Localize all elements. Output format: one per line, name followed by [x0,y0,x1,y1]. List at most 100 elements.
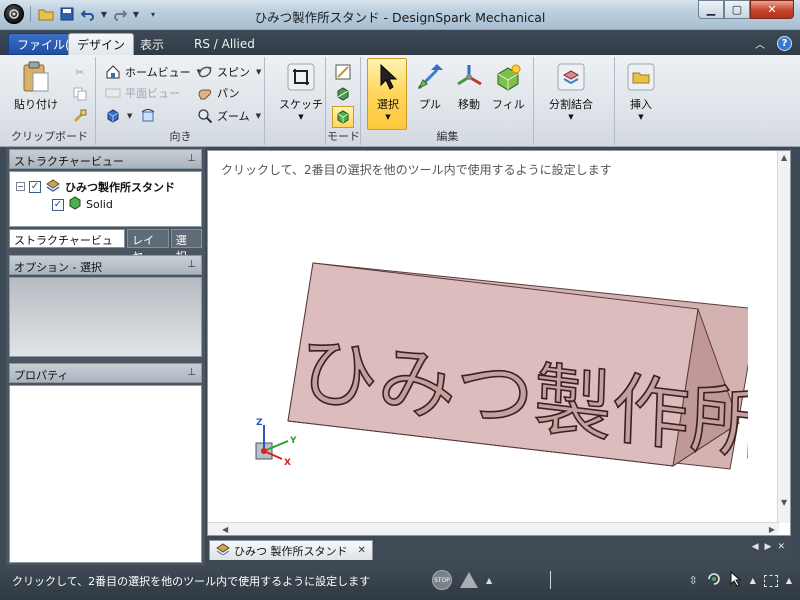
fill-button[interactable]: フィル [492,61,525,112]
spin-button[interactable]: スピン ▼ [197,63,261,81]
minimize-button[interactable]: ▁ [698,0,724,19]
subtab-layers[interactable]: レイヤ [127,229,169,263]
box-select-icon[interactable] [763,574,778,587]
section-mode-button[interactable] [335,85,351,103]
document-tab-nav: ◀ ▶ ✕ [752,542,785,552]
horizontal-scrollbar[interactable]: ◀ ▶ [208,522,779,535]
document-icon [216,543,230,558]
group-label-clipboard: クリップボード [11,130,88,143]
fill-icon [492,61,524,93]
view-cube-button[interactable]: ▼ [105,107,156,125]
group-mode: モード [327,57,361,145]
axis-x-label: X [284,458,291,468]
pointer-icon[interactable] [730,570,742,590]
collapse-ribbon-icon[interactable]: ︿ [755,36,765,51]
stop-icon[interactable]: STOP [432,570,452,590]
close-all-icon[interactable]: ✕ [777,542,785,552]
plane-view-button[interactable]: 平面ビュー [105,84,180,102]
pan-hand-icon [197,85,213,101]
zoom-button[interactable]: ズーム ▼ [197,107,261,125]
maximize-button[interactable]: ▢ [724,0,750,19]
format-painter-button[interactable] [72,107,88,125]
select-button[interactable]: 選択 ▼ [372,61,404,121]
pull-button[interactable]: プル [414,61,446,112]
view-rotate-icon[interactable] [140,108,156,124]
group-orient: ホームビュー ▼ 平面ビュー ▼ スピン ▼ パン ズーム ▼ 向き [97,57,265,145]
combine-icon [555,61,587,93]
pull-icon [414,61,446,93]
ribbon-right-controls: ︿ ? [755,36,792,51]
subtab-selection[interactable]: 選択 [170,229,202,263]
scroll-right-icon[interactable]: ▶ [769,525,775,534]
pan-button[interactable]: パン [197,84,240,102]
tab-rs-allied[interactable]: RS / Allied [186,33,263,55]
structure-tree: − ✓ ひみつ製作所スタンド ✓ Solid [9,171,202,227]
ribbon-tab-row: ファイル(F) デザイン 表示 RS / Allied ︿ ? [0,30,800,55]
pin-icon[interactable]: ⊥ [187,367,196,378]
vertical-scrollbar[interactable]: ▲ ▼ [777,151,790,523]
3d-mode-button[interactable] [332,106,354,128]
paste-icon [20,61,52,93]
group-insert: 挿入 ▼ [616,57,666,145]
properties-panel-header: プロパティ ⊥ [9,363,202,383]
options-panel-header: オプション - 選択 ⊥ [9,255,202,275]
copy-button[interactable] [72,85,88,103]
move-button[interactable]: 移動 [453,61,485,112]
close-button[interactable]: ✕ [750,0,794,19]
insert-dropdown-icon: ▼ [638,113,644,121]
box-select-dropdown-icon[interactable]: ▲ [786,576,792,585]
window-controls: ▁ ▢ ✕ [698,0,794,19]
cut-button[interactable]: ✂ [72,63,88,81]
tab-scroll-left-icon[interactable]: ◀ [752,542,759,552]
status-icons: STOP ▲ [432,570,552,590]
tab-view[interactable]: 表示 [132,33,172,55]
design-viewport[interactable]: クリックして、2番目の選択を他のツール内で使用するように設定します ひみつ製作所… [207,150,791,536]
help-icon[interactable]: ? [777,36,792,51]
split-combine-button[interactable]: 分割結合 ▼ [549,61,593,121]
component-icon [45,178,61,195]
combine-dropdown-icon: ▼ [568,113,574,121]
3d-mode-icon [335,109,351,125]
home-view-button[interactable]: ホームビュー ▼ [105,63,202,81]
tab-design[interactable]: デザイン [68,33,135,55]
pointer-dropdown-icon[interactable]: ▲ [750,576,756,585]
scissors-icon: ✂ [75,65,85,79]
tab-scroll-right-icon[interactable]: ▶ [765,542,772,552]
group-label-orient: 向き [169,130,192,143]
pin-icon[interactable]: ⊥ [187,153,196,164]
tree-node-solid[interactable]: ✓ Solid [52,196,113,213]
group-combine: 分割結合 ▼ [535,57,615,145]
brush-icon [72,108,88,124]
insert-button[interactable]: 挿入 ▼ [625,61,657,121]
spin-icon [197,64,213,80]
warning-icon[interactable] [460,572,478,588]
spin-dropdown-icon: ▼ [256,68,262,76]
subtab-structure[interactable]: ストラクチャービュー [9,229,126,263]
rotate-icon[interactable] [706,571,722,590]
scroll-left-icon[interactable]: ◀ [222,525,228,534]
document-tab-strip: ひみつ 製作所スタンド ✕ ◀ ▶ ✕ [207,537,791,561]
tree-node-root[interactable]: − ✓ ひみつ製作所スタンド [16,178,175,195]
3d-model-stand[interactable]: ひみつ製作所 [278,251,748,491]
group-label-mode: モード [327,130,360,143]
scroll-up-icon[interactable]: ▲ [781,153,787,162]
close-tab-icon[interactable]: ✕ [358,545,366,556]
document-tab[interactable]: ひみつ 製作所スタンド ✕ [209,540,373,560]
viewport-hint: クリックして、2番目の選択を他のツール内で使用するように設定します [221,163,612,177]
status-expand-icon[interactable]: ▲ [486,576,492,585]
ribbon: 貼り付け ✂ クリップボード ホームビュー ▼ 平面ビュー ▼ スピン ▼ パン… [0,55,800,147]
scroll-down-icon[interactable]: ▼ [781,498,787,507]
selection-filter-icon[interactable]: ⇳ [688,574,697,587]
sketch-mode-button[interactable] [335,63,351,81]
paste-button[interactable]: 貼り付け [14,61,58,112]
sketch-mode-icon [335,64,351,80]
status-bar: クリックして、2番目の選択を他のツール内で使用するように設定します STOP ▲… [0,565,800,600]
pin-icon[interactable]: ⊥ [187,259,196,270]
sketch-button[interactable]: スケッチ ▼ [279,61,323,121]
visibility-checkbox-solid[interactable]: ✓ [52,198,64,211]
window-title: ひみつ製作所スタンド - DesignSpark Mechanical [254,10,546,25]
collapse-icon[interactable]: − [16,182,25,191]
group-label-edit: 編集 [436,130,459,143]
move-icon [453,61,485,93]
visibility-checkbox-root[interactable]: ✓ [29,180,41,193]
